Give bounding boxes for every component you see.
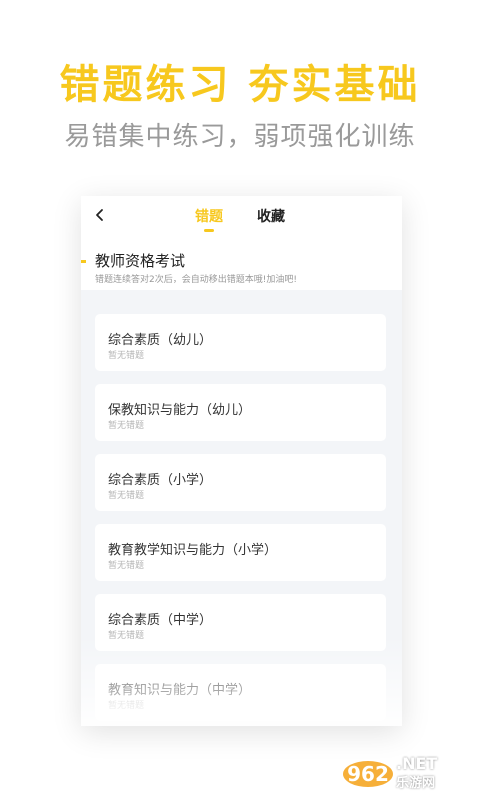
item-title: 综合素质（小学） <box>108 473 213 488</box>
watermark-logo-text: 962 <box>347 762 389 786</box>
item-status: 暂无错题 <box>108 631 145 641</box>
subject-list: 综合素质（幼儿） 暂无错题 保教知识与能力（幼儿） 暂无错题 综合素质（小学） … <box>81 290 402 726</box>
active-tab-indicator <box>204 229 214 232</box>
list-item[interactable]: 综合素质（中学） 暂无错题 <box>95 594 386 651</box>
section-hint: 错题连续答对2次后，会自动移出错题本哦!加油吧! <box>95 275 297 285</box>
list-item[interactable]: 教育教学知识与能力（小学） 暂无错题 <box>95 524 386 581</box>
watermark-site: 乐游网 <box>396 776 436 791</box>
list-item[interactable]: 综合素质（幼儿） 暂无错题 <box>95 314 386 371</box>
phone-screen: 错题 收藏 教师资格考试 错题连续答对2次后，会自动移出错题本哦!加油吧! 综合… <box>81 196 402 726</box>
watermark-logo-icon: 962 <box>342 754 394 788</box>
item-title: 综合素质（幼儿） <box>108 333 213 348</box>
tab-favorites[interactable]: 收藏 <box>257 206 285 226</box>
item-status: 暂无错题 <box>108 491 145 501</box>
top-nav-bar: 错题 收藏 <box>81 196 402 234</box>
section-header: 教师资格考试 错题连续答对2次后，会自动移出错题本哦!加油吧! <box>81 234 402 290</box>
chevron-left-icon[interactable] <box>93 207 107 223</box>
section-accent-mark <box>81 260 86 263</box>
watermark-net: .NET <box>396 754 438 773</box>
tab-wrong-questions[interactable]: 错题 <box>195 206 223 226</box>
hero-title: 错题练习 夯实基础 <box>59 62 421 108</box>
item-title: 教育知识与能力（中学） <box>108 683 252 698</box>
hero-subtitle: 易错集中练习，弱项强化训练 <box>64 122 416 152</box>
item-status: 暂无错题 <box>108 701 145 711</box>
item-status: 暂无错题 <box>108 561 145 571</box>
item-status: 暂无错题 <box>108 351 145 361</box>
list-item[interactable]: 保教知识与能力（幼儿） 暂无错题 <box>95 384 386 441</box>
item-title: 保教知识与能力（幼儿） <box>108 403 252 418</box>
item-title: 教育教学知识与能力（小学） <box>108 543 278 558</box>
list-item[interactable]: 教育知识与能力（中学） 暂无错题 <box>95 664 386 721</box>
site-watermark: 962 .NET 乐游网 <box>342 752 472 791</box>
section-title: 教师资格考试 <box>95 252 186 270</box>
list-item[interactable]: 综合素质（小学） 暂无错题 <box>95 454 386 511</box>
item-status: 暂无错题 <box>108 421 145 431</box>
item-title: 综合素质（中学） <box>108 613 213 628</box>
